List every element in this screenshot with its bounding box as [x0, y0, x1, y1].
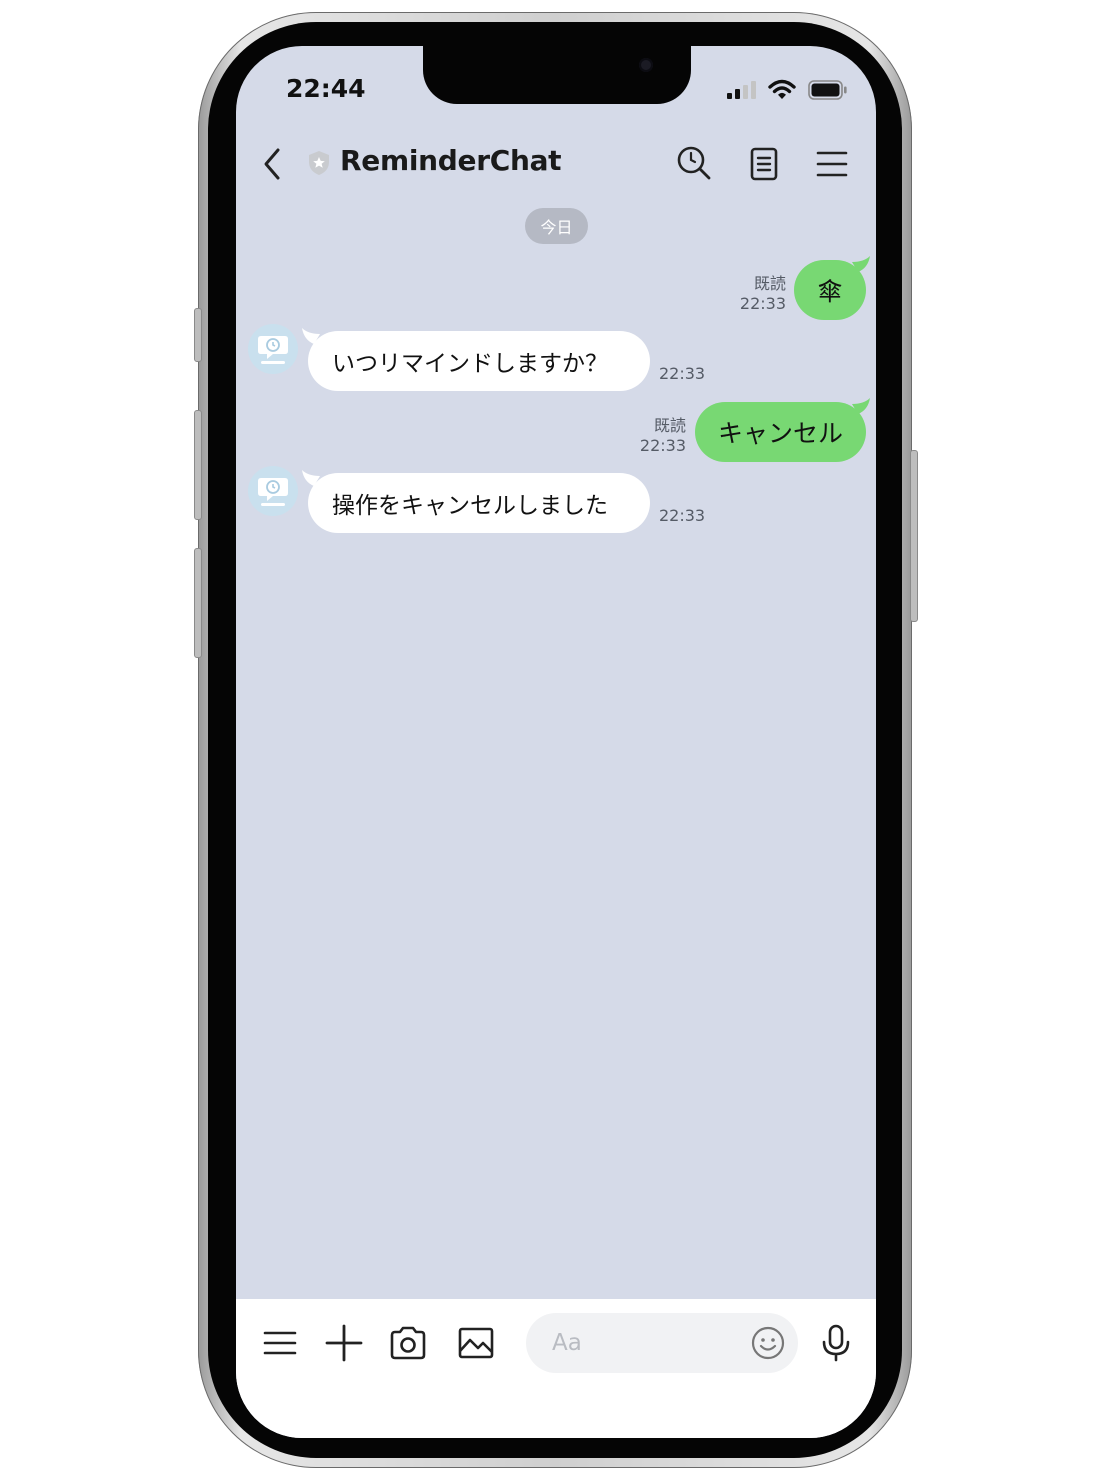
phone-screen: 22:44 ReminderChat 今日 既読 22:33 傘 いつリマインド… [236, 46, 876, 1438]
message-time: 22:33 [659, 364, 706, 383]
message-read-meta: 既読 22:33 [616, 416, 686, 456]
wifi-icon [768, 79, 796, 99]
chat-title: ReminderChat [340, 144, 562, 177]
reminder-clock-icon [258, 336, 288, 364]
image-icon[interactable] [456, 1323, 496, 1363]
chat-header: ReminderChat [236, 134, 876, 194]
incoming-message-bubble[interactable]: 操作をキャンセルしました [308, 473, 650, 533]
cellular-signal-icon [727, 81, 756, 99]
outgoing-message-bubble[interactable]: キャンセル [695, 402, 866, 462]
reminder-clock-icon [258, 478, 288, 506]
message-time: 22:33 [659, 506, 706, 525]
verified-shield-icon [309, 151, 329, 175]
plus-icon[interactable] [324, 1323, 364, 1363]
incoming-message-bubble[interactable]: いつリマインドしますか？ [308, 331, 650, 391]
menu-icon[interactable] [260, 1323, 300, 1363]
message-time: 22:33 [639, 436, 686, 455]
status-time: 22:44 [286, 74, 366, 103]
bot-avatar[interactable] [248, 466, 298, 516]
read-receipt: 既読 [653, 416, 686, 435]
back-chevron-icon[interactable] [260, 146, 284, 182]
power-button [910, 450, 918, 622]
notch [423, 46, 691, 104]
battery-icon [808, 80, 847, 100]
message-read-meta: 既読 22:33 [716, 274, 786, 314]
bubble-tail [852, 398, 870, 414]
camera-icon[interactable] [388, 1323, 428, 1363]
bot-avatar[interactable] [248, 324, 298, 374]
search-icon[interactable] [674, 144, 714, 184]
microphone-icon[interactable] [816, 1323, 856, 1363]
date-divider: 今日 [525, 208, 588, 244]
notes-icon[interactable] [744, 144, 784, 184]
volume-down-button [194, 548, 202, 658]
message-input-bar [236, 1299, 876, 1438]
front-camera [639, 58, 653, 72]
read-receipt: 既読 [753, 274, 786, 293]
menu-icon[interactable] [812, 144, 852, 184]
status-icons [726, 78, 848, 102]
silent-switch [194, 308, 202, 362]
emoji-icon[interactable] [750, 1325, 786, 1361]
bubble-tail [852, 256, 870, 272]
message-time: 22:33 [739, 294, 786, 313]
volume-up-button [194, 410, 202, 520]
